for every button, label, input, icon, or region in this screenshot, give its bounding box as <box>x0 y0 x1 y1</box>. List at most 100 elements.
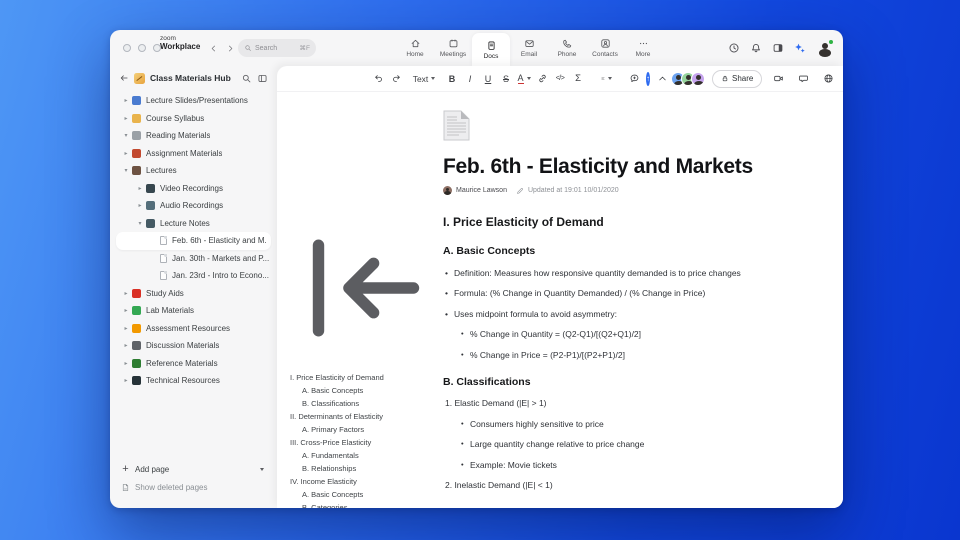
chevron-right-icon[interactable]: ▸ <box>122 377 130 384</box>
doc-bullet-item[interactable]: Definition: Measures how responsive quan… <box>443 268 773 278</box>
add-comment-icon[interactable] <box>627 71 642 87</box>
tab-more[interactable]: More <box>624 30 662 66</box>
doc-title[interactable]: Feb. 6th - Elasticity and Markets <box>443 155 773 179</box>
sidebar-search-icon[interactable] <box>241 73 252 84</box>
ai-companion-button[interactable]: ↑ <box>646 71 650 86</box>
video-camera-icon[interactable] <box>771 71 786 87</box>
minimize-window-button[interactable] <box>138 44 146 52</box>
undo-button[interactable] <box>371 71 386 87</box>
outline-item[interactable]: II. Determinants of Elasticity <box>290 410 442 423</box>
user-avatar[interactable] <box>816 38 834 57</box>
tab-meetings[interactable]: Meetings <box>434 30 472 66</box>
tab-phone[interactable]: Phone <box>548 30 586 66</box>
tab-home[interactable]: Home <box>396 30 434 66</box>
chevron-down-icon[interactable]: ▾ <box>122 132 130 139</box>
folder-tree-item[interactable]: ▸ Reference Materials <box>110 355 277 373</box>
chevron-right-icon[interactable]: ▸ <box>122 342 130 349</box>
text-color-dropdown[interactable]: A <box>517 71 532 87</box>
doc-bullet-item[interactable]: Large quantity change relative to price … <box>443 439 773 449</box>
chevron-down-icon[interactable]: ▾ <box>136 220 144 227</box>
collaborator-avatar-3[interactable] <box>691 71 705 86</box>
chevron-right-icon[interactable]: ▸ <box>122 115 130 122</box>
outline-item[interactable]: B. Relationships <box>290 462 442 475</box>
show-deleted-pages-button[interactable]: Show deleted pages <box>110 478 277 496</box>
collapse-toolbar-icon[interactable] <box>655 71 670 87</box>
outline-item[interactable]: A. Fundamentals <box>290 449 442 462</box>
folder-tree-item[interactable]: ▸ Study Aids <box>110 285 277 303</box>
attachment-link-icon[interactable] <box>535 71 550 87</box>
folder-tree-item[interactable]: ▾ Lecture Notes <box>110 215 277 233</box>
text-style-dropdown[interactable]: Text <box>413 71 436 87</box>
doc-bullet-item[interactable]: % Change in Quantity = (Q2-Q1)/[(Q2+Q1)/… <box>443 329 773 339</box>
chevron-right-icon[interactable]: ▸ <box>122 325 130 332</box>
notifications-bell-icon[interactable] <box>750 42 762 54</box>
outline-item[interactable]: I. Price Elasticity of Demand <box>290 371 442 384</box>
chevron-right-icon[interactable]: ▸ <box>122 150 130 157</box>
folder-tree-item[interactable]: ▸ Lecture Slides/Presentations <box>110 92 277 110</box>
side-panel-icon[interactable] <box>772 42 784 54</box>
history-clock-icon[interactable] <box>728 42 740 54</box>
outline-item[interactable]: A. Basic Concepts <box>290 488 442 501</box>
strikethrough-button[interactable]: S <box>499 71 514 87</box>
doc-numbered-item[interactable]: 2. Inelastic Demand (|E| < 1) <box>443 480 773 490</box>
outline-item[interactable]: B. Classifications <box>290 397 442 410</box>
chat-bubble-icon[interactable] <box>796 71 811 87</box>
folder-tree-item[interactable]: ▸ Discussion Materials <box>110 337 277 355</box>
tab-email[interactable]: Email <box>510 30 548 66</box>
doc-bullet-item[interactable]: % Change in Price = (P2-P1)/[(P2+P1)/2] <box>443 350 773 360</box>
folder-tree-item[interactable]: ▸ Assignment Materials <box>110 145 277 163</box>
chevron-right-icon[interactable]: ▸ <box>122 307 130 314</box>
outline-item[interactable]: III. Cross-Price Elasticity <box>290 436 442 449</box>
close-window-button[interactable] <box>123 44 131 52</box>
chevron-right-icon[interactable]: ▸ <box>122 97 130 104</box>
page-tree-item[interactable]: Jan. 23rd - Intro to Econo... <box>110 267 277 285</box>
global-search-input[interactable]: Search ⌘F <box>238 39 316 57</box>
share-button[interactable]: Share <box>712 69 763 88</box>
tab-docs[interactable]: Docs <box>472 33 510 66</box>
add-page-button[interactable]: + Add page <box>110 460 277 478</box>
add-page-chevron-down-icon[interactable] <box>260 467 264 471</box>
collapse-sidebar-icon[interactable] <box>257 73 268 84</box>
doc-numbered-item[interactable]: 1. Elastic Demand (|E| > 1) <box>443 398 773 408</box>
italic-button[interactable]: I <box>463 71 478 87</box>
page-tree-item[interactable]: Jan. 30th - Markets and P... <box>110 250 277 268</box>
back-arrow-icon[interactable] <box>119 73 129 83</box>
alignment-dropdown[interactable] <box>599 71 614 87</box>
outline-item[interactable]: A. Basic Concepts <box>290 384 442 397</box>
outline-item[interactable]: IV. Income Elasticity <box>290 475 442 488</box>
folder-tree-item[interactable]: ▸ Audio Recordings <box>110 197 277 215</box>
bold-button[interactable]: B <box>445 71 460 87</box>
chevron-right-icon[interactable]: ▸ <box>122 360 130 367</box>
doc-bullet-item[interactable]: Consumers highly sensitive to price <box>443 419 773 429</box>
folder-tree-item[interactable]: ▸ Technical Resources <box>110 372 277 390</box>
collapse-outline-icon[interactable] <box>290 212 442 364</box>
chevron-right-icon[interactable]: ▸ <box>136 185 144 192</box>
globe-icon[interactable] <box>821 71 836 87</box>
tab-contacts[interactable]: Contacts <box>586 30 624 66</box>
folder-tree-item[interactable]: ▸ Lab Materials <box>110 302 277 320</box>
equation-button[interactable]: Σ <box>571 71 586 87</box>
underline-button[interactable]: U <box>481 71 496 87</box>
redo-button[interactable] <box>389 71 404 87</box>
chevron-right-icon[interactable]: ▸ <box>136 202 144 209</box>
outline-item[interactable]: B. Categories <box>290 501 442 508</box>
nav-back-button[interactable] <box>207 42 219 54</box>
doc-heading-3[interactable]: A. Basic Concepts <box>443 245 773 257</box>
chevron-right-icon[interactable]: ▸ <box>122 290 130 297</box>
chevron-down-icon[interactable]: ▾ <box>122 167 130 174</box>
folder-tree-item[interactable]: ▸ Assessment Resources <box>110 320 277 338</box>
page-tree-item[interactable]: Feb. 6th - Elasticity and M... <box>116 232 271 250</box>
folder-tree-item[interactable]: ▾ Reading Materials <box>110 127 277 145</box>
doc-editor[interactable]: Feb. 6th - Elasticity and Markets Mauric… <box>443 92 773 490</box>
folder-tree-item[interactable]: ▾ Lectures <box>110 162 277 180</box>
folder-tree-item[interactable]: ▸ Video Recordings <box>110 180 277 198</box>
ai-companion-sparkle-icon[interactable] <box>794 42 806 54</box>
doc-bullet-item[interactable]: Example: Movie tickets <box>443 460 773 470</box>
folder-tree-item[interactable]: ▸ Course Syllabus <box>110 110 277 128</box>
doc-heading-3[interactable]: B. Classifications <box>443 376 773 388</box>
nav-forward-button[interactable] <box>224 42 236 54</box>
doc-bullet-item[interactable]: Uses midpoint formula to avoid asymmetry… <box>443 309 773 319</box>
code-block-button[interactable]: </> <box>553 71 568 87</box>
doc-bullet-item[interactable]: Formula: (% Change in Quantity Demanded)… <box>443 288 773 298</box>
outline-item[interactable]: A. Primary Factors <box>290 423 442 436</box>
